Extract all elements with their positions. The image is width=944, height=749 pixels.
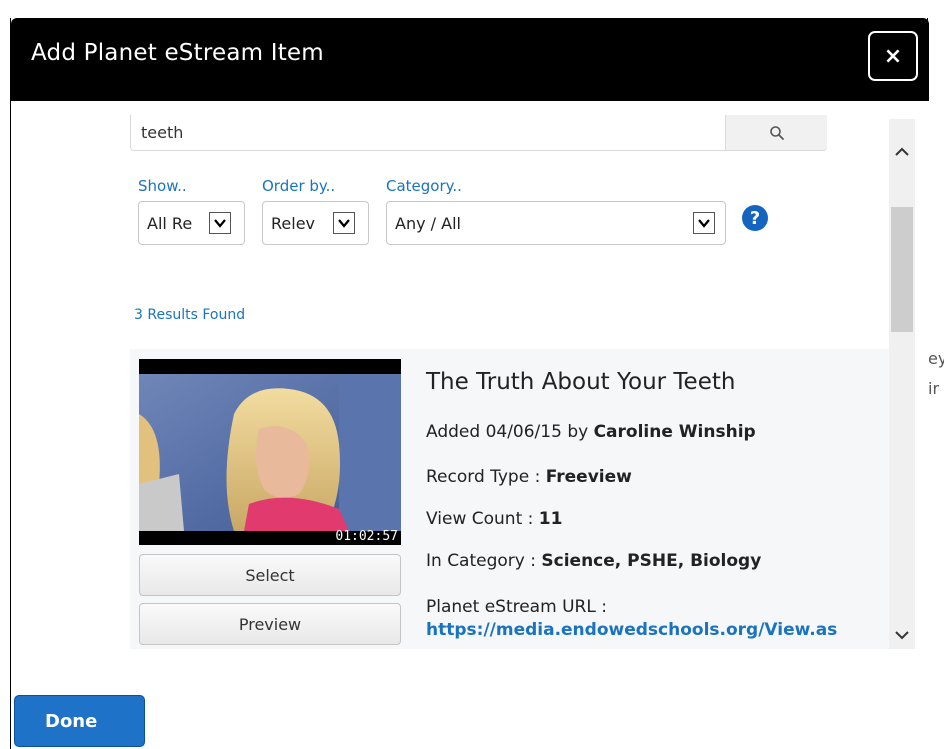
- chevron-up-icon: [895, 147, 909, 156]
- category-select[interactable]: Any / All: [386, 201, 726, 245]
- results-count: 3 Results Found: [134, 307, 246, 323]
- record-type-info: Record Type : Freeview: [426, 467, 632, 487]
- dialog-titlebar: Add Planet eStream Item ×: [11, 18, 929, 101]
- added-prefix: Added 04/06/15 by: [426, 422, 594, 442]
- record-type-label: Record Type :: [426, 467, 546, 487]
- chevron-down-icon: [895, 631, 909, 640]
- result-title[interactable]: The Truth About Your Teeth: [426, 369, 735, 395]
- background-text: ey ir: [928, 349, 944, 398]
- view-count-label: View Count :: [426, 509, 539, 529]
- dialog-title: Add Planet eStream Item: [31, 40, 324, 66]
- scroll-down-button[interactable]: [889, 621, 915, 649]
- record-type-value: Freeview: [545, 467, 632, 487]
- order-select[interactable]: Relev: [262, 201, 369, 245]
- category-select-value: Any / All: [395, 214, 461, 233]
- background-page: ey ir: [928, 0, 944, 749]
- category-value: Science, PSHE, Biology: [541, 551, 762, 571]
- thumbnail-image: [139, 374, 401, 531]
- close-icon: ×: [883, 43, 903, 69]
- search-input[interactable]: [131, 115, 725, 149]
- added-by: Caroline Winship: [593, 422, 756, 442]
- dialog-footer: Done: [11, 649, 929, 749]
- chevron-down-icon: [693, 212, 715, 234]
- chevron-down-icon: [333, 212, 355, 234]
- search-box: [130, 115, 827, 151]
- estream-url-link[interactable]: https://media.endowedschools.org/View.as: [426, 620, 837, 640]
- preview-button[interactable]: Preview: [139, 603, 401, 645]
- order-filter-label: Order by..: [262, 177, 336, 195]
- add-item-dialog: Add Planet eStream Item × Show.. Order b…: [10, 18, 929, 749]
- scroll-thumb[interactable]: [891, 207, 913, 332]
- show-filter-label: Show..: [138, 177, 187, 195]
- added-info: Added 04/06/15 by Caroline Winship: [426, 422, 756, 442]
- search-icon: [769, 125, 784, 140]
- show-select[interactable]: All Re: [138, 201, 245, 245]
- category-filter-label: Category..: [386, 177, 462, 195]
- select-button[interactable]: Select: [139, 554, 401, 596]
- url-label: Planet eStream URL :: [426, 597, 607, 617]
- show-select-value: All Re: [147, 214, 193, 233]
- result-item: 01:02:57 Select Preview The Truth About …: [130, 349, 890, 649]
- video-duration: 01:02:57: [335, 529, 398, 544]
- order-select-value: Relev: [271, 214, 315, 233]
- category-label: In Category :: [426, 551, 542, 571]
- view-count-info: View Count : 11: [426, 509, 562, 529]
- help-icon[interactable]: ?: [742, 205, 768, 231]
- scroll-up-button[interactable]: [889, 137, 915, 167]
- view-count-value: 11: [538, 509, 563, 529]
- video-thumbnail[interactable]: 01:02:57: [139, 359, 401, 545]
- vertical-scrollbar[interactable]: [889, 119, 915, 649]
- done-button[interactable]: Done: [14, 695, 145, 747]
- close-button[interactable]: ×: [868, 31, 918, 81]
- chevron-down-icon: [209, 212, 231, 234]
- search-button[interactable]: [725, 115, 827, 150]
- category-info: In Category : Science, PSHE, Biology: [426, 551, 761, 571]
- dialog-content: Show.. Order by.. Category.. All Re Rele…: [11, 101, 929, 649]
